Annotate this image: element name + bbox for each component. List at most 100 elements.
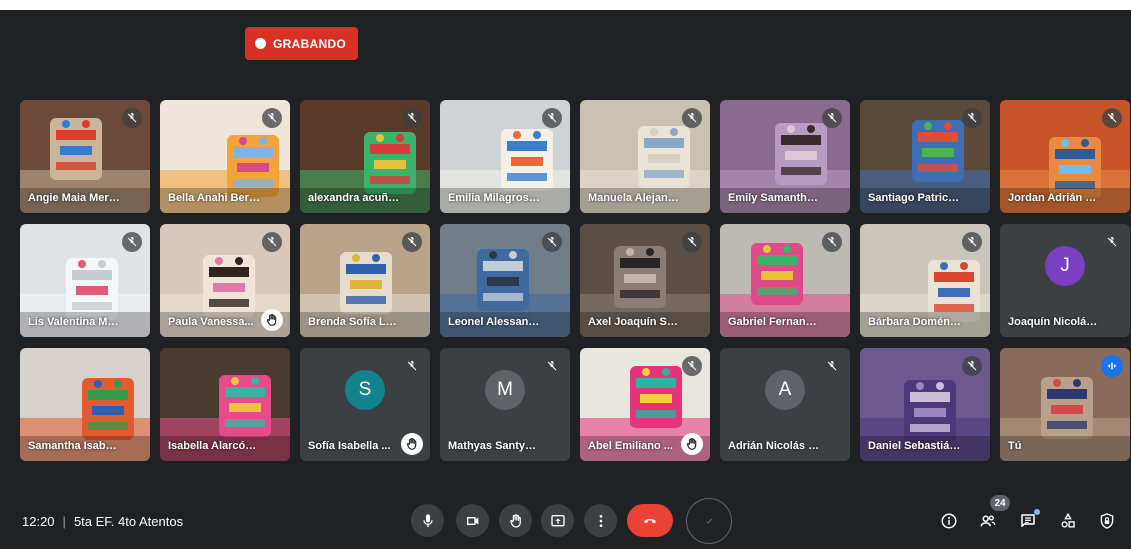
participant-name: Angie Maia Mera ... <box>28 192 122 204</box>
participant-tile[interactable]: Bella Anahi Berme... <box>160 100 290 213</box>
participant-tile[interactable]: Lis Valentina Mart... <box>20 224 150 337</box>
mic-off-icon <box>402 108 422 128</box>
participant-tile[interactable]: alexandra acuña ... <box>300 100 430 213</box>
participant-name: Bárbara Doménic... <box>868 316 962 328</box>
recording-label: GRABANDO <box>273 36 347 51</box>
avatar: S <box>345 370 385 410</box>
mic-off-icon <box>682 232 702 252</box>
participant-name: Tú <box>1008 440 1022 452</box>
participant-name: Lis Valentina Mart... <box>28 316 122 328</box>
participant-tile[interactable]: Abel Emiliano ... <box>580 348 710 461</box>
participant-tile[interactable]: Daniel Sebastián ... <box>860 348 990 461</box>
microphone-button[interactable] <box>411 504 444 537</box>
activities-shapes-icon <box>1061 512 1075 528</box>
meeting-info: 12:20 | 5ta EF. 4to Atentos <box>22 514 183 529</box>
mic-off-icon <box>962 356 982 376</box>
people-count-badge: 24 <box>990 495 1010 511</box>
raise-hand-icon <box>509 513 521 528</box>
participant-tile[interactable]: Emilia Milagros Si... <box>440 100 570 213</box>
end-call-button[interactable] <box>627 504 673 537</box>
mic-off-icon <box>402 232 422 252</box>
participant-name: Brenda Sofía Lóp... <box>308 316 402 328</box>
meeting-details-button[interactable] <box>938 510 960 532</box>
mic-off-icon <box>402 356 422 376</box>
activities-button[interactable] <box>1057 510 1079 532</box>
participant-tile[interactable]: J Joaquín Nicolás B... <box>1000 224 1130 337</box>
participant-name: Paula Vanessa... <box>168 316 254 328</box>
meeting-time: 12:20 <box>22 514 55 529</box>
mic-off-icon <box>542 356 562 376</box>
mic-off-icon <box>962 108 982 128</box>
mic-off-icon <box>682 356 702 376</box>
checkmark-button[interactable] <box>686 498 732 544</box>
participant-tile[interactable]: M Mathyas Santyago... <box>440 348 570 461</box>
participant-name: Daniel Sebastián ... <box>868 440 962 452</box>
raised-hand-icon <box>681 433 703 455</box>
mic-off-icon <box>122 232 142 252</box>
participant-tile[interactable]: Gabriel Fernando ... <box>720 224 850 337</box>
mic-off-icon <box>262 232 282 252</box>
video-camera-icon <box>466 516 478 525</box>
checkmark-icon <box>705 518 713 524</box>
participant-name: Emilia Milagros Si... <box>448 192 542 204</box>
mic-off-icon <box>122 108 142 128</box>
recording-badge[interactable]: GRABANDO <box>245 27 359 60</box>
avatar: M <box>485 370 525 410</box>
participant-name: alexandra acuña ... <box>308 192 402 204</box>
participant-name: Joaquín Nicolás B... <box>1008 316 1102 328</box>
participant-name: Emily Samantha V... <box>728 192 822 204</box>
participant-tile[interactable]: Manuela Alejandr... <box>580 100 710 213</box>
present-button[interactable] <box>541 504 574 537</box>
people-icon <box>980 515 996 527</box>
recording-dot-icon <box>255 38 266 49</box>
end-call-icon <box>644 518 656 523</box>
meeting-name: 5ta EF. 4to Atentos <box>73 514 184 529</box>
participant-name: Gabriel Fernando ... <box>728 316 822 328</box>
participant-tile[interactable]: Paula Vanessa... <box>160 224 290 337</box>
participant-tile[interactable]: A Adrián Nicolás Sar... <box>720 348 850 461</box>
self-video-tile[interactable]: Tú <box>1000 348 1130 461</box>
participant-tile[interactable]: Axel Joaquín Sevil... <box>580 224 710 337</box>
participant-tile[interactable]: Brenda Sofía Lóp... <box>300 224 430 337</box>
participant-tile[interactable]: Samantha Isabel V... <box>20 348 150 461</box>
more-options-button[interactable] <box>584 504 617 537</box>
participant-tile[interactable]: S Sofía Isabella ... <box>300 348 430 461</box>
participant-tile[interactable]: Emily Samantha V... <box>720 100 850 213</box>
participant-name: Jordan Adrián Ma... <box>1008 192 1102 204</box>
raised-hand-icon <box>401 433 423 455</box>
participant-tile[interactable]: Jordan Adrián Ma... <box>1000 100 1130 213</box>
camera-button[interactable] <box>456 504 489 537</box>
participant-tile[interactable]: Isabella Alarcón H... <box>160 348 290 461</box>
speaking-indicator-icon <box>1101 355 1123 377</box>
mic-off-icon <box>1102 108 1122 128</box>
mic-off-icon <box>822 232 842 252</box>
mic-off-icon <box>682 108 702 128</box>
info-icon <box>941 513 957 529</box>
participant-tile[interactable]: Leonel Alessandr... <box>440 224 570 337</box>
mic-off-icon <box>262 108 282 128</box>
participant-name: Bella Anahi Berme... <box>168 192 262 204</box>
mic-off-icon <box>822 108 842 128</box>
chat-icon <box>1021 514 1035 527</box>
window-top-border <box>0 0 1131 10</box>
raised-hand-icon <box>261 309 283 331</box>
participant-name: Samantha Isabel V... <box>28 440 122 452</box>
participant-tile[interactable]: Bárbara Doménic... <box>860 224 990 337</box>
raise-hand-button[interactable] <box>499 504 532 537</box>
chat-notification-dot <box>1034 509 1040 515</box>
mic-off-icon <box>822 356 842 376</box>
shield-lock-icon <box>1100 513 1114 529</box>
people-button[interactable] <box>977 510 999 532</box>
mic-off-icon <box>542 108 562 128</box>
participant-name: Mathyas Santyago... <box>448 440 542 452</box>
host-controls-button[interactable] <box>1096 510 1118 532</box>
participant-name: Isabella Alarcón H... <box>168 440 262 452</box>
participant-name: Santiago Patricio ... <box>868 192 962 204</box>
participant-tile[interactable]: Santiago Patricio ... <box>860 100 990 213</box>
participant-tile[interactable]: Angie Maia Mera ... <box>20 100 150 213</box>
present-screen-icon <box>550 514 565 526</box>
mic-off-icon <box>1102 232 1122 252</box>
avatar: J <box>1045 246 1085 286</box>
bottom-toolbar: 12:20 | 5ta EF. 4to Atentos 24 <box>0 492 1131 549</box>
participant-name: Abel Emiliano ... <box>588 440 673 452</box>
